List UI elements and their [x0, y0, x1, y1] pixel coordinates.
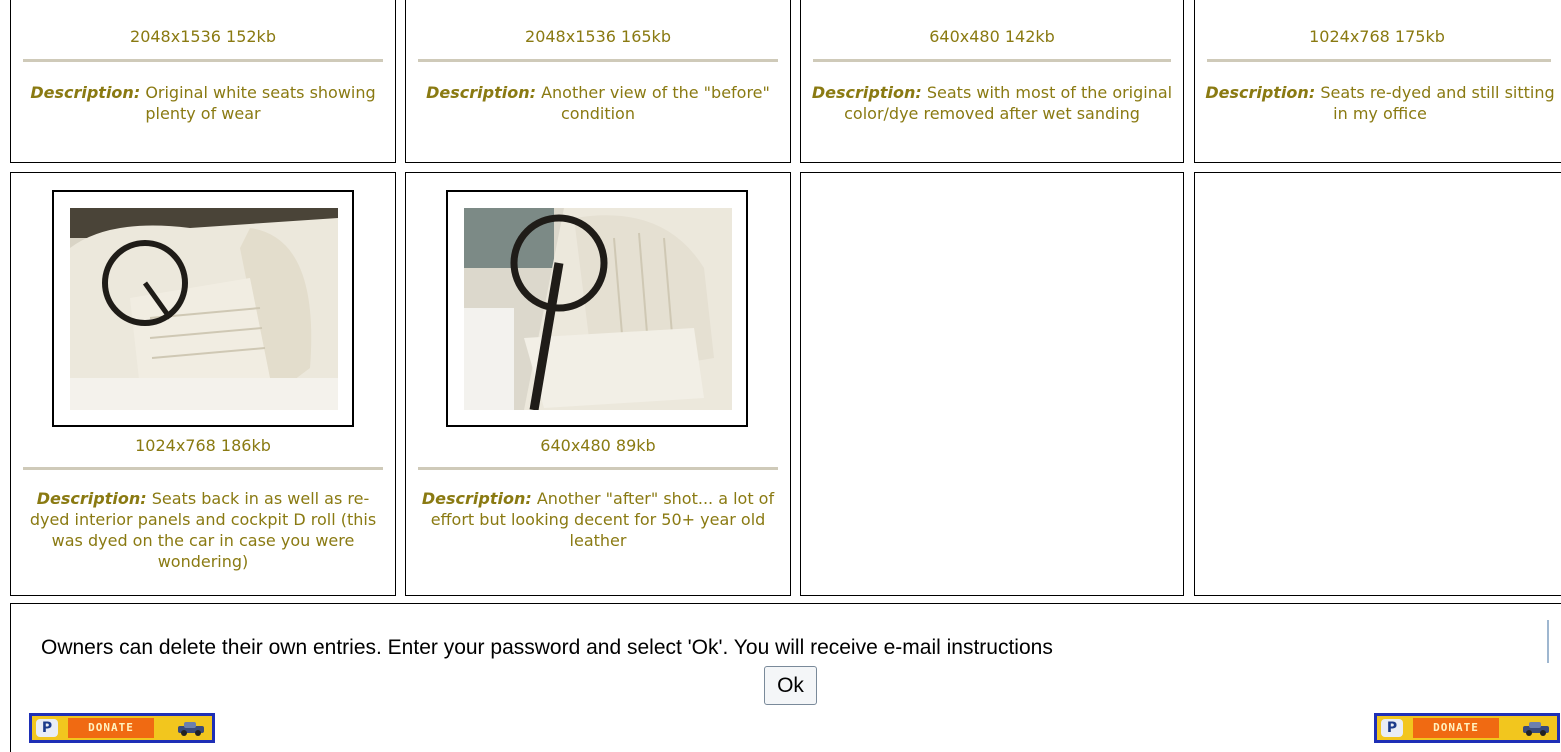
gallery-cell-1: 2048x1536 152kb Description: Original wh… — [10, 0, 396, 163]
description-label: Description: — [426, 83, 536, 102]
image-description: Description: Original white seats showin… — [21, 82, 385, 124]
description-label: Description: — [36, 489, 147, 508]
delete-instructions: Owners can delete their own entries. Ent… — [41, 636, 1053, 659]
gallery-cell-4: 1024x768 175kb Description: Seats re-dye… — [1194, 0, 1561, 163]
donate-button-right[interactable]: P DONATE — [1374, 713, 1560, 743]
image-description: Description: Seats with most of the orig… — [811, 82, 1173, 124]
car-icon — [178, 722, 204, 736]
image-description: Description: Seats re-dyed and still sit… — [1205, 82, 1555, 124]
image-description: Description: Seats back in as well as re… — [19, 488, 387, 572]
image-description: Description: Another "after" shot... a l… — [418, 488, 778, 551]
gallery-cell-3: 640x480 142kb Description: Seats with mo… — [800, 0, 1184, 163]
description-text: Original white seats showing plenty of w… — [145, 83, 376, 123]
description-label: Description: — [421, 489, 532, 508]
divider — [23, 59, 383, 62]
description-text: Another view of the "before" condition — [541, 83, 770, 123]
car-icon — [1523, 722, 1549, 736]
donate-button-left[interactable]: P DONATE — [29, 713, 215, 743]
image-size-label: 2048x1536 152kb — [130, 27, 276, 46]
divider — [418, 467, 778, 470]
gallery-cell-6: 640x480 89kb Description: Another "after… — [405, 172, 791, 596]
paypal-icon: P — [1381, 719, 1403, 737]
gallery-cell-empty-1 — [800, 172, 1184, 596]
gallery-cell-empty-2 — [1194, 172, 1561, 596]
gallery-cell-5: 1024x768 186kb Description: Seats back i… — [10, 172, 396, 596]
description-label: Description: — [1205, 83, 1316, 102]
car-interior-photo[interactable] — [464, 208, 732, 410]
description-text: Seats re-dyed and still sitting in my of… — [1320, 83, 1555, 123]
ok-button[interactable]: Ok — [764, 666, 817, 705]
image-size-label: 640x480 89kb — [540, 436, 656, 455]
description-label: Description: — [30, 83, 141, 102]
image-size-label: 1024x768 175kb — [1309, 27, 1445, 46]
car-interior-photo[interactable] — [70, 208, 338, 410]
image-size-label: 640x480 142kb — [929, 27, 1055, 46]
paypal-icon: P — [36, 719, 58, 737]
image-size-label: 1024x768 186kb — [135, 436, 271, 455]
divider — [418, 59, 778, 62]
panel-edge — [1547, 620, 1549, 663]
gallery-cell-2: 2048x1536 165kb Description: Another vie… — [405, 0, 791, 163]
thumbnail-frame[interactable] — [52, 190, 354, 427]
donate-label: DONATE — [68, 718, 154, 738]
description-label: Description: — [811, 83, 922, 102]
divider — [23, 467, 383, 470]
image-description: Description: Another view of the "before… — [416, 82, 780, 124]
divider — [1207, 59, 1551, 62]
divider — [813, 59, 1171, 62]
thumbnail-frame[interactable] — [446, 190, 748, 427]
image-size-label: 2048x1536 165kb — [525, 27, 671, 46]
donate-label: DONATE — [1413, 718, 1499, 738]
